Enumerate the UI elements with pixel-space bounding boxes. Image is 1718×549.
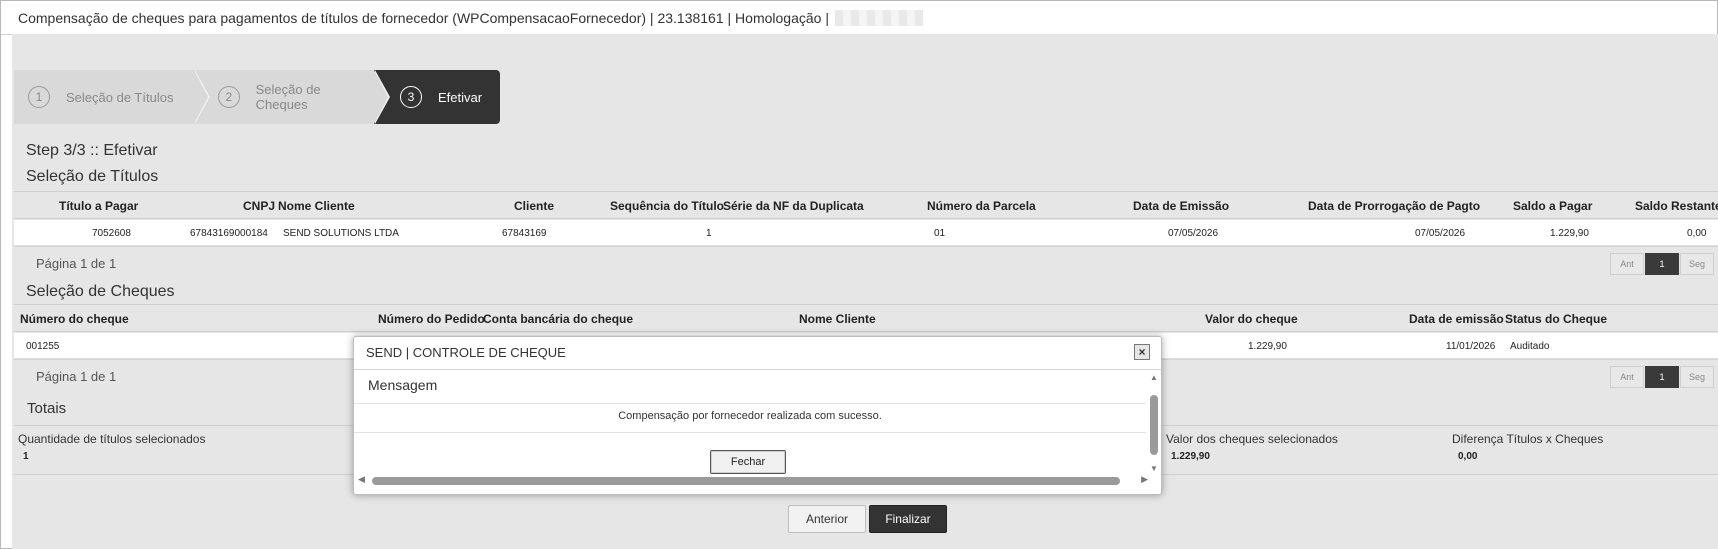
- step-label-1: Seleção de Títulos: [66, 89, 174, 105]
- pager-page-button[interactable]: 1: [1645, 253, 1679, 275]
- col-cliente[interactable]: Cliente: [514, 199, 554, 213]
- finalizar-button[interactable]: Finalizar: [869, 505, 947, 533]
- scroll-right-icon[interactable]: ▶: [1141, 474, 1148, 485]
- cell-valor-cheque: 1.229,90: [1248, 341, 1287, 352]
- pager-prev-button[interactable]: Ant: [1610, 253, 1644, 275]
- pager-next-button[interactable]: Seg: [1680, 253, 1714, 275]
- dialog-title: SEND | CONTROLE DE CHEQUE: [366, 345, 566, 360]
- cell-emissao: 07/05/2026: [1168, 228, 1219, 239]
- cell-numero-cheque: 001255: [26, 341, 60, 352]
- wizard-step-selecao-cheques[interactable]: 2 Seleção de Cheques: [194, 70, 390, 124]
- col-status-cheque[interactable]: Status do Cheque: [1505, 312, 1607, 326]
- qtd-titulos-label: Quantidade de títulos selecionados: [18, 432, 206, 446]
- cell-emissao-cheque: 11/01/2026: [1446, 341, 1496, 352]
- cell-parcela: 01: [934, 228, 946, 239]
- window-titlebar: Compensação de cheques para pagamentos d…: [1, 1, 1717, 35]
- dialog-message: Compensação por fornecedor realizada com…: [618, 410, 882, 422]
- divider: [354, 403, 1146, 404]
- col-titulo-a-pagar[interactable]: Título a Pagar: [59, 199, 138, 213]
- wizard-step-efetivar[interactable]: 3 Efetivar: [374, 70, 500, 124]
- diferenca-label: Diferença Títulos x Cheques: [1452, 432, 1604, 446]
- cell-nome: SEND SOLUTIONS LTDA: [283, 228, 399, 239]
- anterior-button[interactable]: Anterior: [788, 505, 866, 533]
- page-step-title: Step 3/3 :: Efetivar: [26, 142, 158, 159]
- col-conta-bancaria[interactable]: Conta bancária do cheque: [483, 312, 633, 326]
- cell-saldo-pagar: 1.229,90: [1550, 228, 1589, 239]
- scroll-left-icon[interactable]: ◀: [358, 474, 365, 485]
- col-numero-cheque[interactable]: Número do cheque: [20, 312, 129, 326]
- col-data-emissao[interactable]: Data de Emissão: [1133, 199, 1229, 213]
- col-saldo-restante[interactable]: Saldo Restante: [1635, 199, 1718, 213]
- step-number-2: 2: [218, 86, 240, 108]
- scroll-down-icon[interactable]: ▼: [1150, 464, 1158, 473]
- window-title: Compensação de cheques para pagamentos d…: [18, 9, 829, 26]
- col-serie-nf[interactable]: Série da NF da Duplicata: [723, 199, 864, 213]
- pager-page-button[interactable]: 1: [1645, 366, 1679, 388]
- titulos-pager: Página 1 de 1 Ant 1 Seg: [14, 246, 1718, 278]
- vertical-scrollbar[interactable]: ▲ ▼: [1149, 373, 1159, 473]
- divider: [354, 369, 1161, 370]
- step-label-3: Efetivar: [438, 89, 483, 105]
- col-numero-pedido[interactable]: Número do Pedido: [378, 312, 485, 326]
- cell-status-cheque: Auditado: [1510, 341, 1550, 352]
- table-row[interactable]: 7052608 67843169000184 SEND SOLUTIONS LT…: [14, 220, 1718, 246]
- chevron-right-icon: [194, 70, 208, 124]
- col-numero-parcela[interactable]: Número da Parcela: [927, 199, 1036, 213]
- pager-prev-button[interactable]: Ant: [1610, 366, 1644, 388]
- section-title-cheques: Seleção de Cheques: [26, 283, 175, 300]
- scroll-up-icon[interactable]: ▲: [1150, 373, 1158, 382]
- col-data-emissao-cheque[interactable]: Data de emissão: [1409, 312, 1504, 326]
- col-saldo-pagar[interactable]: Saldo a Pagar: [1513, 199, 1592, 213]
- pager-text: Página 1 de 1: [36, 256, 117, 271]
- step-number-3: 3: [400, 86, 422, 108]
- col-cnpj[interactable]: CNPJ: [243, 199, 275, 213]
- valor-cheques-value: 1.229,90: [1171, 451, 1210, 462]
- cheques-table-header: Número do cheque Número do Pedido Conta …: [14, 304, 1718, 332]
- scrollbar-thumb[interactable]: [1150, 395, 1158, 455]
- cell-saldo-restante: 0,00: [1687, 228, 1707, 239]
- cell-cliente: 67843169: [502, 228, 547, 239]
- redacted-user-area: [834, 9, 923, 26]
- col-nome-cliente[interactable]: Nome Cliente: [278, 199, 355, 213]
- close-icon[interactable]: ×: [1134, 344, 1150, 360]
- titulos-table-header: Título a Pagar CNPJ Nome Cliente Cliente…: [14, 191, 1718, 219]
- col-valor-cheque[interactable]: Valor do cheque: [1205, 312, 1298, 326]
- pager-text: Página 1 de 1: [36, 369, 117, 384]
- cell-prorrogacao: 07/05/2026: [1415, 228, 1466, 239]
- qtd-titulos-value: 1: [23, 451, 29, 462]
- cell-cnpj: 67843169000184: [190, 228, 268, 239]
- diferenca-value: 0,00: [1458, 451, 1478, 462]
- horizontal-scrollbar[interactable]: ◀ ▶: [358, 474, 1148, 486]
- divider: [354, 432, 1146, 433]
- cell-titulo: 7052608: [92, 228, 131, 239]
- chevron-right-icon: [374, 70, 388, 124]
- section-title-totais: Totais: [27, 400, 67, 417]
- section-title-titulos: Seleção de Títulos: [26, 168, 159, 185]
- col-nome-cliente-cheque[interactable]: Nome Cliente: [799, 312, 876, 326]
- cell-sequencia: 1: [706, 228, 712, 239]
- message-dialog: SEND | CONTROLE DE CHEQUE × Mensagem Com…: [353, 336, 1162, 495]
- step-number-1: 1: [28, 86, 50, 108]
- valor-cheques-label: Valor dos cheques selecionados: [1166, 432, 1338, 446]
- scrollbar-thumb[interactable]: [372, 477, 1120, 485]
- wizard-step-selecao-titulos[interactable]: 1 Seleção de Títulos: [14, 70, 210, 124]
- fechar-button[interactable]: Fechar: [710, 450, 786, 474]
- dialog-subtitle: Mensagem: [368, 377, 438, 393]
- pager-next-button[interactable]: Seg: [1680, 366, 1714, 388]
- wizard-steps: 1 Seleção de Títulos 2 Seleção de Cheque…: [14, 70, 500, 124]
- step-label-2: Seleção de Cheques: [255, 82, 321, 112]
- col-sequencia-titulo[interactable]: Sequência do Título: [610, 199, 724, 213]
- col-data-prorrogacao[interactable]: Data de Prorrogação de Pagto: [1308, 199, 1480, 213]
